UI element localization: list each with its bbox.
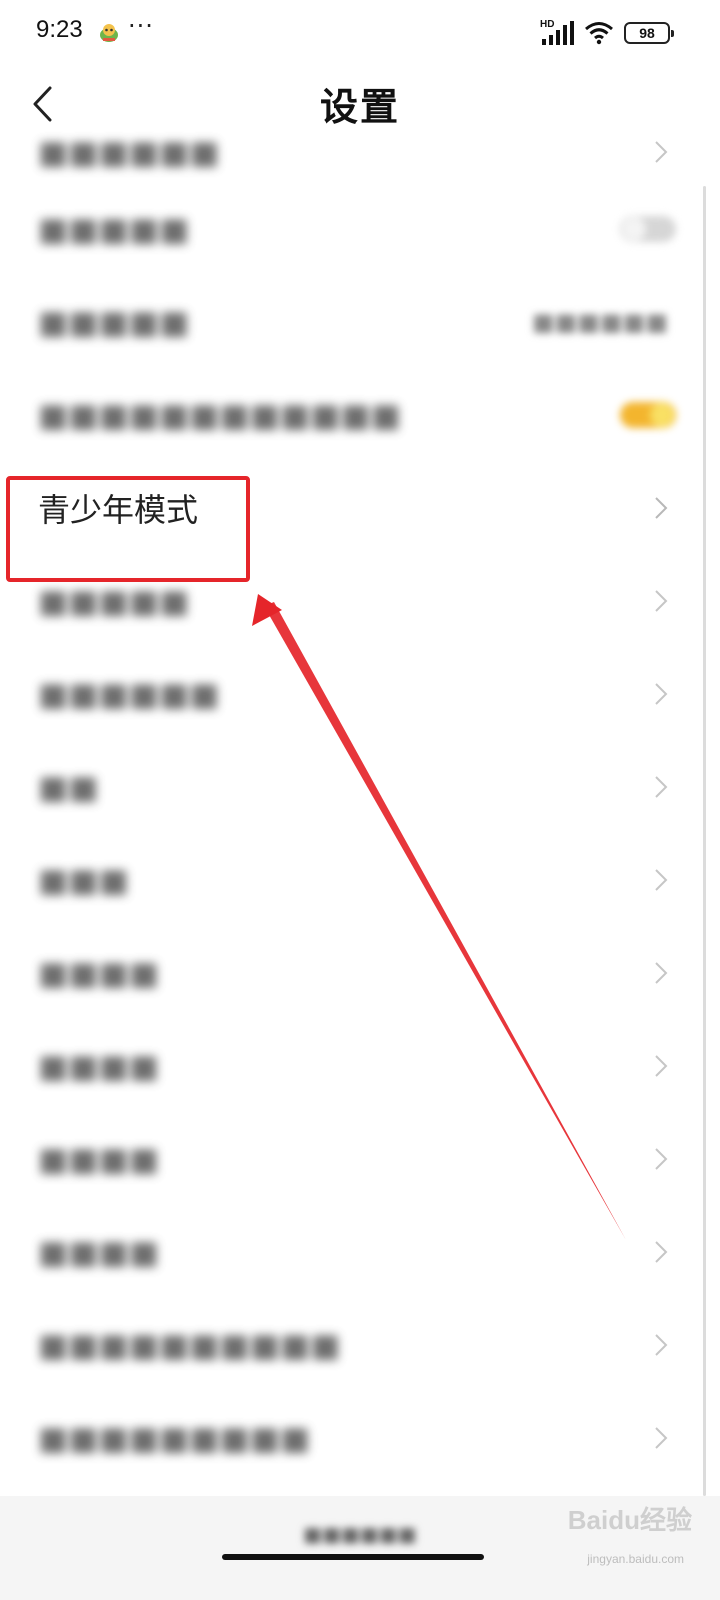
battery-level: 98 — [639, 25, 655, 41]
chevron-right-icon — [655, 775, 668, 798]
blurred-label: ■■■■■■■■■■ — [38, 1325, 341, 1364]
watermark-logo: Baidu经验 — [567, 1505, 692, 1535]
settings-row-blurred-8[interactable]: ■■■■ — [0, 1112, 720, 1205]
settings-row-blurred-4[interactable]: ■■ — [0, 740, 720, 833]
chevron-right-icon — [655, 1426, 668, 1449]
toggle-switch-on[interactable] — [620, 401, 676, 428]
settings-row-blurred-1[interactable]: ■■■■■■ — [0, 130, 720, 182]
settings-row-blurred-7[interactable]: ■■■■ — [0, 1019, 720, 1112]
chevron-right-icon — [655, 682, 668, 705]
home-indicator[interactable] — [222, 1554, 484, 1560]
settings-row-blurred-9[interactable]: ■■■■ — [0, 1205, 720, 1298]
blurred-label: ■■■■■■ — [38, 133, 220, 171]
chevron-right-icon — [655, 1240, 668, 1263]
page-title: 设置 — [319, 85, 400, 129]
chevron-right-icon — [655, 1054, 668, 1077]
blurred-label: ■■■■■■ — [38, 674, 220, 713]
settings-row-blurred-10[interactable]: ■■■■■■■■■■ — [0, 1298, 720, 1391]
chevron-right-icon — [655, 1147, 668, 1170]
settings-item-teen-mode[interactable]: 青少年模式 — [0, 461, 720, 554]
chevron-right-icon — [655, 496, 668, 519]
settings-row-blurred-value[interactable]: ■■■■■ ■■■■■■ — [0, 275, 720, 368]
app-notification-icon — [100, 24, 118, 42]
settings-row-blurred-5[interactable]: ■■■ — [0, 833, 720, 926]
settings-row-blurred-6[interactable]: ■■■■ — [0, 926, 720, 1019]
blurred-label: ■■■■■ — [38, 581, 190, 620]
teen-mode-label: 青少年模式 — [38, 490, 199, 529]
watermark-url: jingyan.baidu.com — [587, 1552, 684, 1566]
chevron-right-icon — [655, 868, 668, 891]
status-bar: 9:23 ··· HD 98 — [0, 0, 720, 64]
blurred-label: ■■■■■■■■■ — [38, 1418, 311, 1457]
blurred-label: ■■ — [38, 767, 99, 806]
toggle-switch-off[interactable] — [620, 215, 676, 242]
blurred-label: ■■■ — [38, 860, 129, 899]
chevron-right-icon — [655, 141, 668, 163]
chevron-right-icon — [655, 1333, 668, 1356]
blurred-label: ■■■■ — [38, 1139, 159, 1178]
blurred-value: ■■■■■■ — [531, 307, 668, 336]
settings-row-blurred-2[interactable]: ■■■■■ — [0, 554, 720, 647]
settings-list: ■■■■■■ ■■■■■ ■■■■■ ■■■■■■ ■■■■■■■■■■■■ 青… — [0, 130, 720, 1484]
settings-row-blurred-toggle-2[interactable]: ■■■■■■■■■■■■ — [0, 368, 720, 461]
chevron-right-icon — [655, 589, 668, 612]
scrollbar[interactable] — [703, 186, 706, 1496]
status-indicators: HD 98 — [540, 18, 674, 48]
blurred-label: ■■■■ — [38, 1046, 159, 1085]
blurred-label: ■■■■ — [38, 953, 159, 992]
blurred-label: ■■■■■ — [38, 209, 190, 248]
battery-icon: 98 — [624, 22, 674, 44]
settings-row-blurred-toggle-1[interactable]: ■■■■■ — [0, 182, 720, 275]
blurred-label: ■■■■■■■■■■■■ — [38, 395, 401, 434]
blurred-label: ■■■■ — [38, 1232, 159, 1271]
status-more-icon: ··· — [128, 12, 154, 40]
cell-signal-icon: HD — [540, 19, 574, 47]
settings-row-blurred-11[interactable]: ■■■■■■■■■ — [0, 1391, 720, 1484]
settings-row-blurred-3[interactable]: ■■■■■■ — [0, 647, 720, 740]
blurred-label: ■■■■■ — [38, 302, 190, 341]
wifi-icon — [585, 22, 613, 45]
chevron-right-icon — [655, 961, 668, 984]
status-time: 9:23 — [36, 16, 83, 43]
